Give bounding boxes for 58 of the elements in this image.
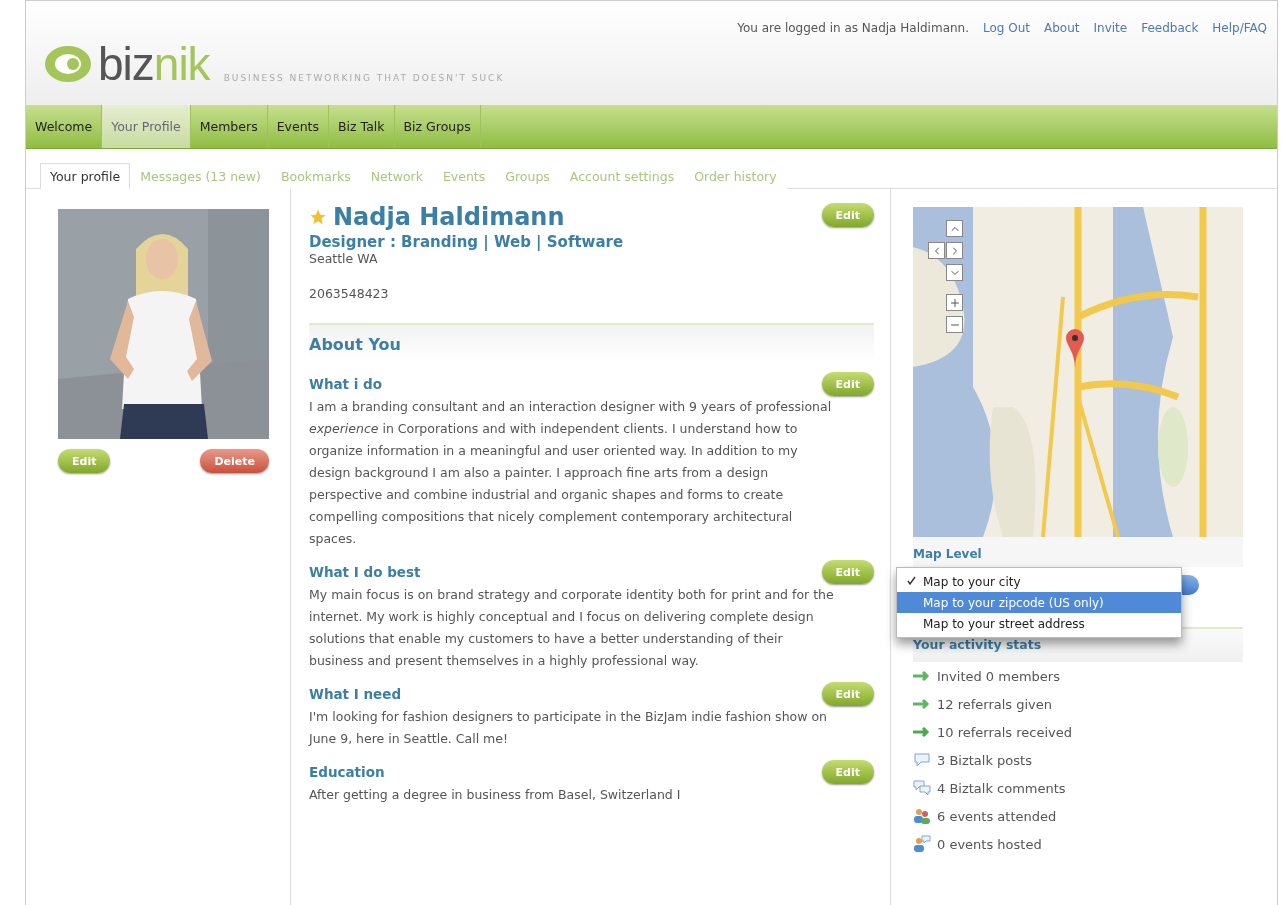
stat-text: 3 Biztalk posts: [937, 752, 1032, 768]
person-bubble-icon: [913, 835, 931, 853]
header-link[interactable]: Feedback: [1141, 21, 1199, 105]
stat-text: 12 referrals given: [937, 696, 1053, 712]
section-title: What I need: [309, 686, 402, 702]
zoom-in-icon: [948, 296, 961, 309]
arrow-icon: [913, 699, 931, 709]
stat-text: Invited 0 members: [937, 668, 1060, 684]
nav-tab[interactable]: Biz Talk: [329, 105, 395, 148]
logo: biznik: [44, 41, 210, 87]
nav-tab[interactable]: Members: [190, 105, 268, 148]
menu-item[interactable]: Map to your city: [897, 571, 1181, 592]
section-text: I am a branding consultant and an interaction designer with 9 years of professional experience in Corporations and with independent clients. I understand how to organize information in a meaningful and user oriented way. In addition to my design background I am also a painter. I approach fine arts from a design perspective and combine industrial and organic shapes and forms to create compelling compositions that nicely complement contemporary architectural spaces.: [309, 398, 833, 548]
stat-text: 6 events attended: [937, 808, 1057, 824]
arrow-icon: [913, 727, 931, 737]
nav-tab[interactable]: Biz Groups: [394, 105, 481, 148]
zoom-in-button[interactable]: [946, 294, 963, 311]
nav-tab[interactable]: Your Profile: [102, 105, 191, 148]
pan-down-button[interactable]: [946, 264, 963, 281]
header-link[interactable]: Help/FAQ: [1212, 21, 1267, 105]
check-icon: [907, 576, 916, 585]
stat-text: 4 Biztalk comments: [937, 780, 1066, 796]
profile-name: Nadja Haldimann: [333, 203, 565, 231]
delete-button[interactable]: Delete: [200, 449, 269, 473]
header-link[interactable]: Invite: [1093, 21, 1128, 105]
tagline: BUSINESS NETWORKING THAT DOESN'T SUCK: [223, 73, 505, 85]
zoom-out-button[interactable]: [946, 316, 963, 333]
edit-button[interactable]: Edit: [821, 372, 874, 396]
edit-button[interactable]: Edit: [821, 760, 874, 784]
location-text: Seattle WA: [309, 251, 379, 266]
speech-bubble-icon: [913, 752, 931, 768]
nav-tab[interactable]: Events: [267, 105, 329, 148]
people-icon: [913, 807, 931, 825]
pan-up-button[interactable]: [946, 220, 963, 237]
arrow-icon: [913, 671, 931, 681]
pan-right-button[interactable]: [946, 242, 963, 259]
section-title: What i do: [309, 376, 383, 392]
section-title: What I do best: [309, 564, 421, 580]
section-text: I'm looking for fashion designers to participate in the BizJam indie fashion show on June 9, here in Seattle. Call me!: [309, 708, 828, 748]
profile-title: Designer : Branding | Web | Software: [309, 233, 624, 251]
header-link[interactable]: About: [1044, 21, 1080, 105]
phone-text: 2063548423: [309, 286, 390, 301]
section-text: After getting a degree in business from Basel, Switzerland I: [309, 786, 682, 804]
speech-bubbles-icon: [913, 780, 931, 796]
section-text: My main focus is on brand strategy and corporate identity both for print and for the internet. My work is highly conceptual and I focus on delivering complete design solutions that enable my customers to have a better understanding of their business and present themselves in a highly professional way.: [309, 586, 835, 670]
edit-button[interactable]: Edit: [821, 203, 874, 227]
profile-tab[interactable]: Your profile: [40, 163, 131, 189]
stat-text: 0 events hosted: [937, 836, 1042, 852]
menu-item[interactable]: Map to your zipcode (US only): [897, 592, 1181, 613]
section-title: Education: [309, 764, 385, 780]
stat-text: 10 referrals received: [937, 724, 1072, 740]
pan-left-button[interactable]: [928, 242, 945, 259]
edit-button[interactable]: Edit: [821, 682, 874, 706]
map-level-label: Map Level: [913, 537, 1243, 567]
edit-button[interactable]: Edit: [58, 449, 111, 473]
header-link[interactable]: Log Out: [983, 21, 1031, 105]
edit-button[interactable]: Edit: [821, 560, 874, 584]
login-text: You are logged in as Nadja Haldimann.: [737, 21, 969, 37]
